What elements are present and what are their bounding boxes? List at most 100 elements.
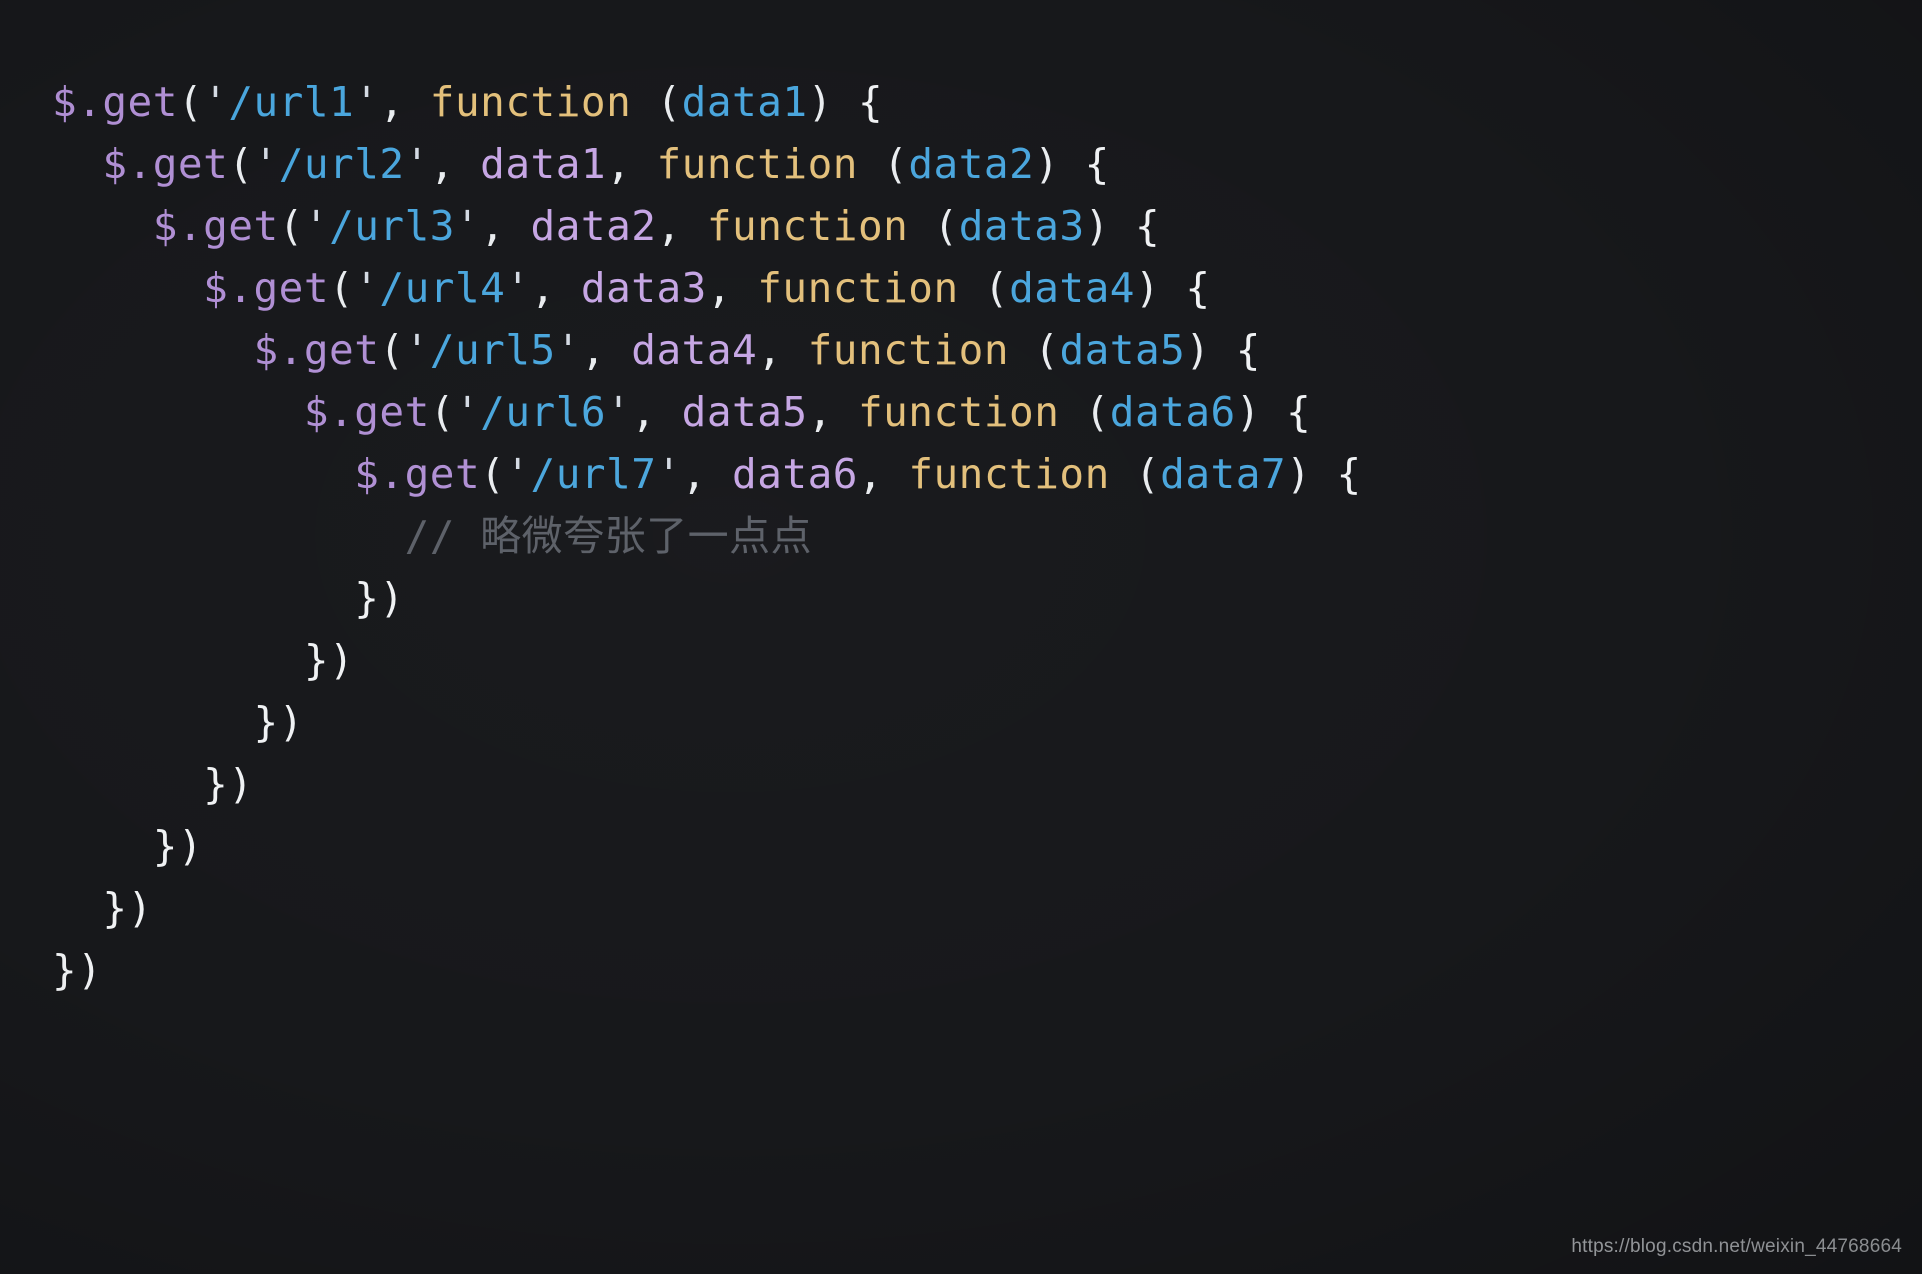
- paren-open-token: (: [1084, 388, 1110, 436]
- paren-close-token: ): [1286, 450, 1312, 498]
- paren-open-token: (: [278, 202, 304, 250]
- data-argument-token: data4: [631, 326, 758, 374]
- comma-token: ,: [631, 388, 682, 436]
- method-name-token: get: [303, 326, 380, 374]
- code-line: $.get('/url5', data4, function (data5) {: [52, 319, 1362, 381]
- method-name-token: get: [404, 450, 481, 498]
- string-quote-open: ': [454, 388, 481, 436]
- code-line: // 略微夸张了一点点: [52, 505, 1362, 567]
- code-line: }): [52, 939, 1362, 1001]
- string-quote-close: ': [454, 202, 481, 250]
- function-keyword-token: function: [706, 202, 909, 250]
- paren-open-token: (: [177, 78, 204, 126]
- url-string-token: /url3: [329, 202, 455, 250]
- closing-brace-paren: }): [203, 760, 254, 808]
- paren-open-token: (: [228, 140, 254, 188]
- function-param-token: data3: [958, 202, 1085, 250]
- brace-open-token: {: [1135, 202, 1161, 250]
- closing-brace-paren: }): [52, 946, 103, 994]
- paren-open-token: (: [1034, 326, 1060, 374]
- brace-open-token: {: [1084, 140, 1110, 188]
- url-string-token: /url5: [429, 326, 556, 374]
- paren-open-token: (: [379, 326, 405, 374]
- comma-token: ,: [530, 264, 581, 312]
- method-dot-token: .: [329, 388, 355, 436]
- comma-token: ,: [656, 202, 707, 250]
- method-name-token: get: [102, 78, 178, 126]
- function-keyword-token: function: [757, 264, 959, 312]
- function-keyword-token: function: [857, 388, 1060, 436]
- paren-open-token: (: [883, 140, 909, 188]
- code-line: $.get('/url4', data3, function (data4) {: [52, 257, 1362, 319]
- jquery-dollar-token: $: [52, 78, 78, 126]
- brace-open-token: {: [1185, 264, 1211, 312]
- string-quote-open: ': [404, 326, 430, 374]
- code-line: }): [52, 877, 1362, 939]
- string-quote-close: ': [656, 450, 682, 498]
- method-dot-token: .: [127, 140, 153, 188]
- string-quote-open: ': [354, 264, 380, 312]
- code-block[interactable]: $.get('/url1', function (data1) { $.get(…: [0, 41, 1362, 1001]
- url-string-token: /url6: [480, 388, 607, 436]
- method-dot-token: .: [177, 202, 204, 250]
- function-keyword-token: function: [656, 140, 858, 188]
- method-name-token: get: [253, 264, 330, 312]
- method-dot-token: .: [228, 264, 254, 312]
- comma-token: ,: [606, 140, 657, 188]
- function-param-token: data1: [681, 78, 808, 126]
- jquery-dollar-token: $: [303, 388, 330, 436]
- paren-open-token: (: [1134, 450, 1161, 498]
- code-line: $.get('/url3', data2, function (data3) {: [52, 195, 1362, 257]
- method-dot-token: .: [77, 78, 103, 126]
- paren-open-token: (: [656, 78, 682, 126]
- string-quote-close: ': [606, 388, 632, 436]
- function-param-token: data5: [1059, 326, 1186, 374]
- string-quote-open: ': [203, 78, 229, 126]
- string-quote-close: ': [354, 78, 380, 126]
- function-keyword-token: function: [908, 450, 1110, 498]
- string-quote-close: ': [555, 326, 581, 374]
- paren-open-token: (: [329, 264, 355, 312]
- function-param-token: data6: [1109, 388, 1236, 436]
- comma-token: ,: [379, 78, 430, 126]
- paren-open-token: (: [429, 388, 455, 436]
- data-argument-token: data1: [480, 140, 607, 188]
- brace-open-token: {: [1235, 326, 1261, 374]
- jquery-dollar-token: $: [203, 264, 229, 312]
- method-dot-token: .: [379, 450, 405, 498]
- jquery-dollar-token: $: [253, 326, 279, 374]
- code-line: }): [52, 629, 1362, 691]
- paren-open-token: (: [480, 450, 506, 498]
- data-argument-token: data6: [732, 450, 858, 498]
- paren-open-token: (: [983, 264, 1010, 312]
- code-screenshot: $.get('/url1', function (data1) { $.get(…: [0, 0, 1922, 1274]
- jquery-dollar-token: $: [354, 450, 380, 498]
- comma-token: ,: [480, 202, 531, 250]
- code-line: $.get('/url1', function (data1) {: [52, 71, 1362, 133]
- data-argument-token: data5: [681, 388, 808, 436]
- paren-close-token: ): [1084, 202, 1110, 250]
- comma-token: ,: [429, 140, 481, 188]
- url-string-token: /url1: [228, 78, 355, 126]
- data-argument-token: data3: [580, 264, 707, 312]
- string-quote-open: ': [253, 140, 279, 188]
- comma-token: ,: [757, 326, 808, 374]
- data-argument-token: data2: [530, 202, 657, 250]
- code-line: }): [52, 691, 1362, 753]
- closing-brace-paren: }): [253, 698, 304, 746]
- function-keyword-token: function: [429, 78, 632, 126]
